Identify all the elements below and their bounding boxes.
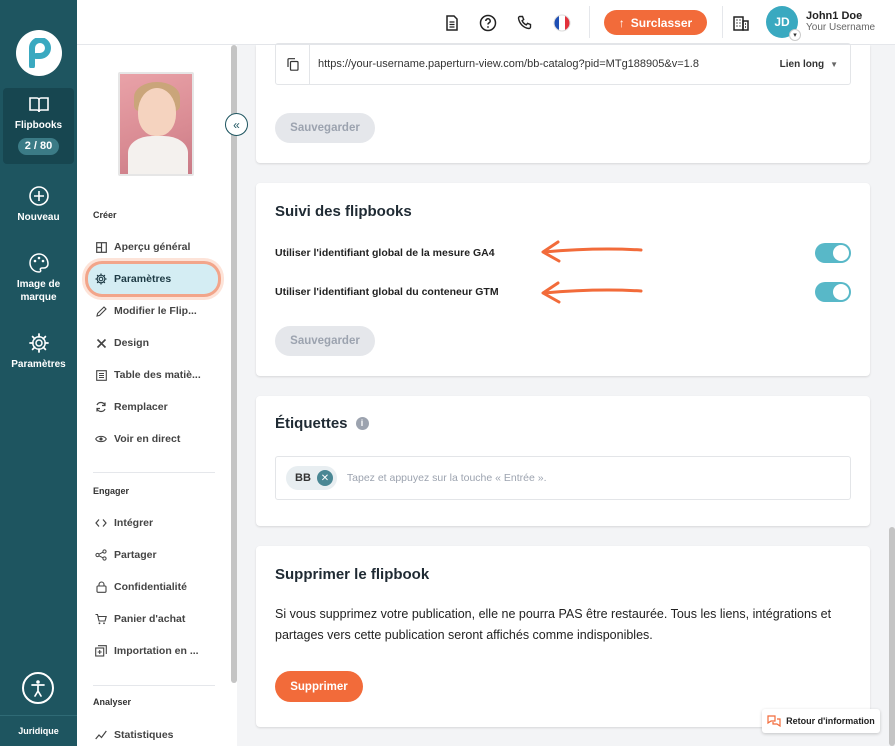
delete-card: Supprimer le flipbook Si vous supprimez … xyxy=(256,546,870,727)
user-name: John1 Doe xyxy=(806,10,863,22)
phone-icon[interactable] xyxy=(515,13,535,33)
delete-button[interactable]: Supprimer xyxy=(275,671,363,702)
copy-icon[interactable] xyxy=(276,44,310,84)
rail-item-new[interactable]: Nouveau xyxy=(0,185,77,224)
info-icon[interactable]: i xyxy=(355,416,369,430)
save-link-button[interactable]: Sauvegarder xyxy=(275,113,375,143)
tags-placeholder: Tapez et appuyez sur la touche « Entrée … xyxy=(346,472,547,484)
link-card: https://your-username.paperturn-view.com… xyxy=(256,43,870,163)
flipbook-thumbnail[interactable] xyxy=(118,72,194,176)
user-username: Your Username xyxy=(806,22,876,33)
help-icon[interactable] xyxy=(478,13,498,33)
code-icon xyxy=(95,517,107,529)
nav-embed[interactable]: Intégrer xyxy=(95,511,225,535)
nav-settings[interactable]: Paramètres xyxy=(88,264,218,294)
ga4-label: Utiliser l'identifiant global de la mesu… xyxy=(275,247,495,259)
divider xyxy=(722,6,723,38)
link-type-select[interactable]: Lien long ▼ xyxy=(780,59,850,70)
sidebar-scrollbar[interactable] xyxy=(231,45,237,683)
delete-description: Si vous supprimez votre publication, ell… xyxy=(275,607,832,642)
nav-statistics[interactable]: Statistiques xyxy=(95,723,225,746)
share-icon xyxy=(95,549,107,561)
accessibility-icon xyxy=(31,680,45,697)
nav-overview[interactable]: Aperçu général xyxy=(95,235,225,259)
avatar[interactable]: JD ▾ xyxy=(766,6,801,41)
paperturn-logo-icon xyxy=(29,38,51,68)
rail-item-flipbooks[interactable]: Flipbooks 2 / 80 xyxy=(3,88,74,164)
pencil-icon xyxy=(95,305,107,317)
nav-edit-flipbook[interactable]: Modifier le Flip... xyxy=(95,299,225,323)
building-icon[interactable] xyxy=(731,13,751,33)
nav-share[interactable]: Partager xyxy=(95,543,225,567)
gear-icon xyxy=(28,333,49,353)
gtm-toggle[interactable] xyxy=(815,282,851,302)
list-icon xyxy=(95,369,107,381)
plus-circle-icon xyxy=(28,186,49,206)
section-label-create: Créer xyxy=(93,210,117,220)
rail-item-label: Image de marque xyxy=(16,279,61,303)
save-tracking-button[interactable]: Sauvegarder xyxy=(275,326,375,356)
flipbook-url: https://your-username.paperturn-view.com… xyxy=(318,58,699,70)
delete-title: Supprimer le flipbook xyxy=(275,566,430,583)
upgrade-button[interactable]: ↑ Surclasser xyxy=(604,10,707,35)
feedback-button[interactable]: Retour d'information xyxy=(762,709,880,733)
nav-privacy[interactable]: Confidentialité xyxy=(95,575,225,599)
nav-design[interactable]: Design xyxy=(95,331,225,355)
nav-shopping-cart[interactable]: Panier d'achat xyxy=(95,607,225,631)
flipbook-count-badge: 2 / 80 xyxy=(17,138,60,155)
gear-icon xyxy=(95,273,107,285)
arrow-up-icon: ↑ xyxy=(618,15,625,30)
lock-icon xyxy=(95,581,107,593)
chevron-down-icon: ▾ xyxy=(789,29,801,41)
eye-icon xyxy=(95,433,107,445)
cart-icon xyxy=(95,613,107,625)
design-tools-icon xyxy=(95,337,107,349)
tags-input[interactable]: BB ✕ Tapez et appuyez sur la touche « En… xyxy=(275,456,851,500)
layout-icon xyxy=(95,241,107,253)
collapse-sidebar-button[interactable]: « xyxy=(225,113,248,136)
remove-tag-icon[interactable]: ✕ xyxy=(316,470,333,486)
top-bar: ↑ Surclasser JD ▾ John1 Doe Your Usernam… xyxy=(77,0,895,45)
ga4-toggle[interactable] xyxy=(815,243,851,263)
url-field[interactable]: https://your-username.paperturn-view.com… xyxy=(275,43,851,85)
book-open-icon xyxy=(28,97,49,113)
annotation-arrow-icon xyxy=(541,281,643,304)
nav-replace[interactable]: Remplacer xyxy=(95,395,225,419)
rail-item-branding[interactable]: Image de marque xyxy=(0,252,77,304)
document-icon[interactable] xyxy=(442,13,462,33)
feedback-icon xyxy=(767,715,781,727)
divider xyxy=(589,6,590,38)
tag-chip: BB ✕ xyxy=(286,466,337,490)
divider xyxy=(93,685,215,686)
palette-icon xyxy=(28,253,49,273)
tags-title: Étiquettes i xyxy=(275,415,369,432)
chart-line-icon xyxy=(95,729,107,741)
rail-item-label: Flipbooks xyxy=(14,120,63,131)
main-scrollbar[interactable] xyxy=(889,527,895,746)
section-label-engage: Engager xyxy=(93,486,130,496)
accessibility-button[interactable] xyxy=(22,672,54,704)
language-flag-icon[interactable] xyxy=(552,13,572,33)
section-label-analyze: Analyser xyxy=(93,697,132,707)
annotation-arrow-icon xyxy=(541,240,643,263)
flipbook-sidebar: Créer Aperçu général Paramètres Modifier… xyxy=(77,45,237,746)
rail-item-label: Paramètres xyxy=(11,359,66,370)
rail-item-settings[interactable]: Paramètres xyxy=(0,332,77,371)
tracking-title: Suivi des flipbooks xyxy=(275,203,412,220)
left-rail: Flipbooks 2 / 80 Nouveau Image de marque… xyxy=(0,0,77,746)
rail-item-label: Nouveau xyxy=(17,212,60,223)
nav-view-live[interactable]: Voir en direct xyxy=(95,427,225,451)
tags-card: Étiquettes i BB ✕ Tapez et appuyez sur la… xyxy=(256,396,870,526)
gtm-label: Utiliser l'identifiant global du contene… xyxy=(275,286,499,298)
nav-import[interactable]: Importation en ... xyxy=(95,639,225,663)
app-logo[interactable] xyxy=(16,30,62,76)
import-icon xyxy=(95,645,107,657)
divider xyxy=(93,472,215,473)
refresh-icon xyxy=(95,401,107,413)
chevrons-left-icon: « xyxy=(233,117,240,132)
caret-down-icon: ▼ xyxy=(830,59,838,69)
legal-link[interactable]: Juridique xyxy=(0,715,77,746)
nav-table-of-contents[interactable]: Table des matiè... xyxy=(95,363,225,387)
